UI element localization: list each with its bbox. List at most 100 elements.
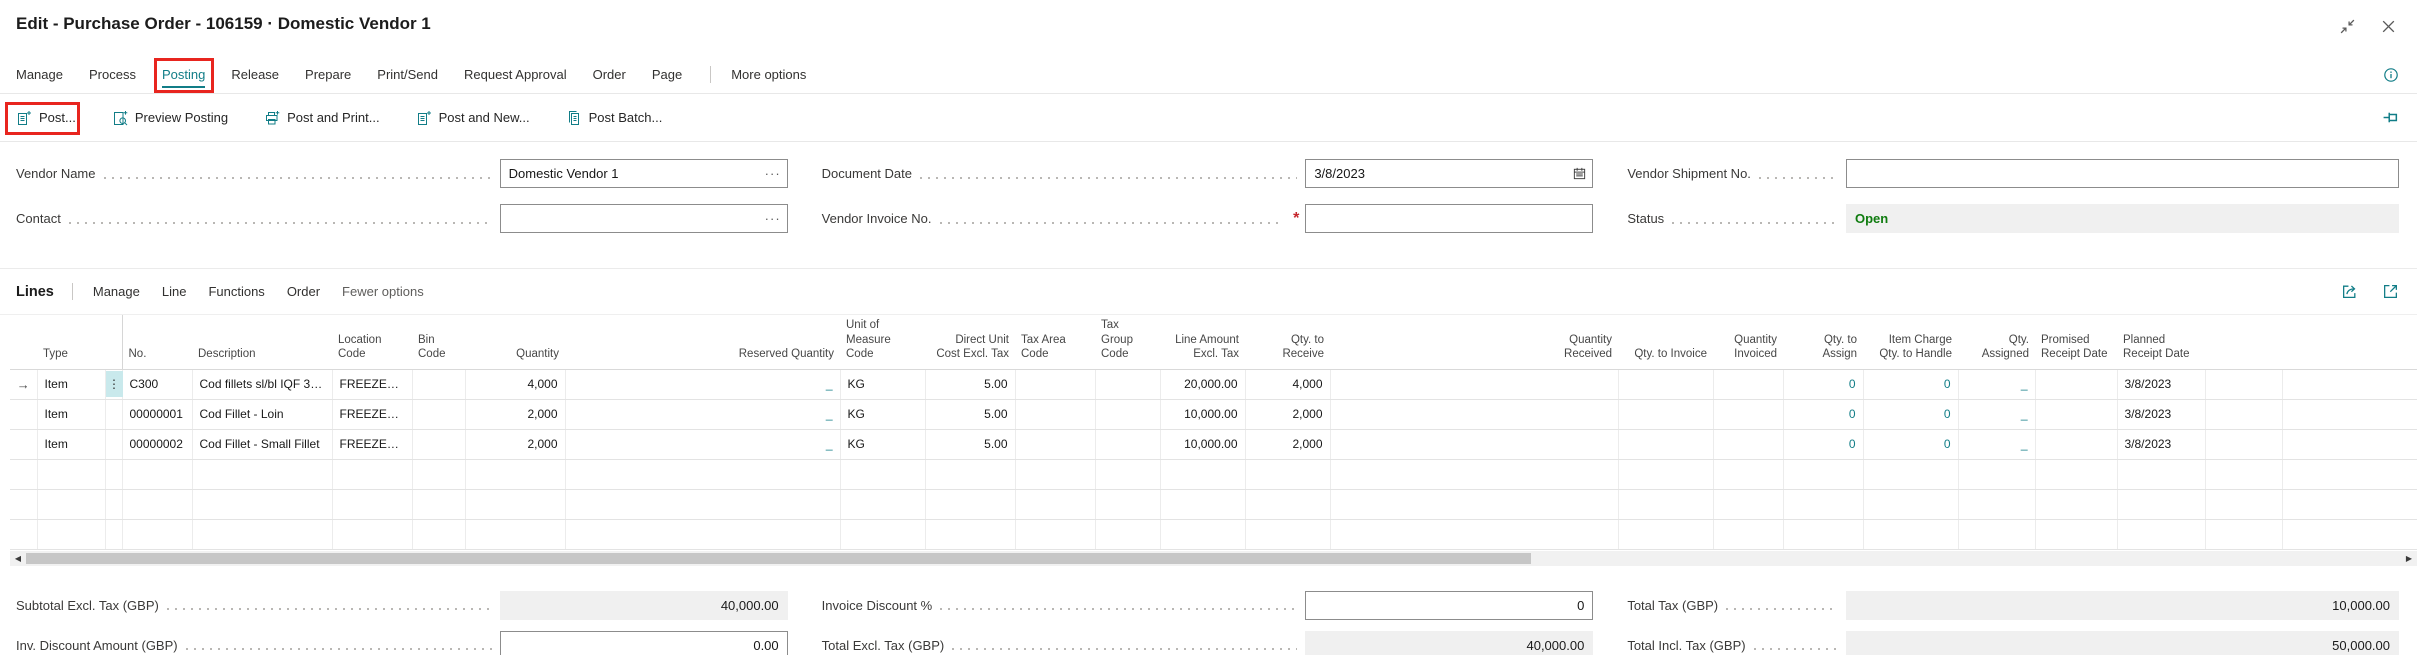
- document-date-input[interactable]: [1305, 159, 1593, 188]
- cell-tax-group-code[interactable]: [1095, 519, 1160, 549]
- empty-line-row[interactable]: [10, 519, 2417, 549]
- cell-quantity[interactable]: [465, 489, 565, 519]
- cell-tax-group-code[interactable]: [1095, 429, 1160, 459]
- cell-quantity-received[interactable]: [1330, 429, 1618, 459]
- cell-tax-group-code[interactable]: [1095, 459, 1160, 489]
- lines-menu-order[interactable]: Order: [287, 284, 320, 299]
- cell-direct-unit-cost[interactable]: 5.00: [925, 429, 1015, 459]
- col-header-description[interactable]: Description: [192, 315, 332, 369]
- cell-qty-to-receive[interactable]: [1245, 489, 1330, 519]
- cell-row-menu[interactable]: ⋮: [105, 369, 122, 399]
- post-and-new-button[interactable]: Post and New...: [416, 110, 530, 126]
- col-header-line-amount[interactable]: Line Amount Excl. Tax: [1160, 315, 1245, 369]
- menu-item-more-options[interactable]: More options: [731, 67, 806, 82]
- cell-quantity-invoiced[interactable]: [1713, 489, 1783, 519]
- cell-row-menu[interactable]: [105, 399, 122, 429]
- cell-row-marker[interactable]: [10, 519, 37, 549]
- collapse-arrows-icon[interactable]: [2339, 18, 2356, 35]
- close-icon[interactable]: [2380, 18, 2397, 35]
- cell-quantity-invoiced[interactable]: [1713, 459, 1783, 489]
- cell-planned-receipt-date[interactable]: 3/8/2023: [2117, 369, 2205, 399]
- col-header-unit-of-measure-code[interactable]: Unit of Measure Code: [840, 315, 925, 369]
- scrollbar-thumb[interactable]: [26, 553, 1531, 564]
- cell-line-amount[interactable]: 10,000.00: [1160, 429, 1245, 459]
- cell-quantity-received[interactable]: [1330, 399, 1618, 429]
- cell-qty-assigned[interactable]: _: [1958, 429, 2035, 459]
- cell-unit-of-measure-code[interactable]: [840, 489, 925, 519]
- scroll-right-icon[interactable]: ▶: [2401, 554, 2417, 563]
- col-header-qty-to-receive[interactable]: Qty. to Receive: [1245, 315, 1330, 369]
- cell-quantity-received[interactable]: [1330, 369, 1618, 399]
- cell-row-marker[interactable]: [10, 489, 37, 519]
- col-header-qty-assigned[interactable]: Qty. Assigned: [1958, 315, 2035, 369]
- cell-quantity[interactable]: [465, 459, 565, 489]
- cell-type[interactable]: [37, 489, 105, 519]
- cell-planned-receipt-date[interactable]: [2117, 519, 2205, 549]
- menu-item-manage[interactable]: Manage: [16, 67, 63, 82]
- cell-tax-area-code[interactable]: [1015, 369, 1095, 399]
- assist-edit-button[interactable]: ···: [765, 211, 781, 226]
- cell-line-amount[interactable]: 10,000.00: [1160, 399, 1245, 429]
- cell-qty-to-invoice[interactable]: [1618, 459, 1713, 489]
- col-header-quantity-received[interactable]: Quantity Received: [1330, 315, 1618, 369]
- cell-type[interactable]: [37, 519, 105, 549]
- cell-planned-receipt-date[interactable]: 3/8/2023: [2117, 399, 2205, 429]
- cell-qty-assigned[interactable]: _: [1958, 369, 2035, 399]
- line-row[interactable]: Item00000001Cod Fillet - LoinFREEZER_012…: [10, 399, 2417, 429]
- cell-tax-group-code[interactable]: [1095, 369, 1160, 399]
- cell-qty-to-receive[interactable]: 2,000: [1245, 399, 1330, 429]
- line-row[interactable]: Item00000002Cod Fillet - Small FilletFRE…: [10, 429, 2417, 459]
- cell-planned-receipt-date[interactable]: 3/8/2023: [2117, 429, 2205, 459]
- cell-quantity[interactable]: [465, 519, 565, 549]
- cell-qty-to-assign[interactable]: [1783, 519, 1863, 549]
- line-row[interactable]: →Item⋮C300Cod fillets sl/bl IQF 300-400 …: [10, 369, 2417, 399]
- cell-unit-of-measure-code[interactable]: KG: [840, 429, 925, 459]
- post-and-print-button[interactable]: Post and Print...: [264, 110, 380, 126]
- cell-line-amount[interactable]: [1160, 459, 1245, 489]
- cell-type[interactable]: Item: [37, 399, 105, 429]
- cell-type[interactable]: Item: [37, 369, 105, 399]
- cell-item-charge-qty-to-handle[interactable]: [1863, 519, 1958, 549]
- cell-no[interactable]: 00000002: [122, 429, 192, 459]
- cell-qty-to-receive[interactable]: 4,000: [1245, 369, 1330, 399]
- empty-line-row[interactable]: [10, 489, 2417, 519]
- cell-location-code[interactable]: [332, 459, 412, 489]
- cell-row-marker[interactable]: [10, 459, 37, 489]
- lines-menu-manage[interactable]: Manage: [93, 284, 140, 299]
- cell-description[interactable]: Cod fillets sl/bl IQF 300-400 1x1...: [192, 369, 332, 399]
- inv-discount-amount-input[interactable]: [500, 631, 788, 655]
- cell-qty-assigned[interactable]: [1958, 519, 2035, 549]
- cell-promised-receipt-date[interactable]: [2035, 429, 2117, 459]
- cell-quantity-invoiced[interactable]: [1713, 369, 1783, 399]
- cell-quantity[interactable]: 2,000: [465, 399, 565, 429]
- cell-qty-to-receive[interactable]: 2,000: [1245, 429, 1330, 459]
- cell-bin-code[interactable]: [412, 519, 465, 549]
- cell-item-charge-qty-to-handle[interactable]: 0: [1863, 399, 1958, 429]
- menu-item-process[interactable]: Process: [89, 67, 136, 82]
- cell-no[interactable]: 00000001: [122, 399, 192, 429]
- menu-item-order[interactable]: Order: [593, 67, 626, 82]
- menu-item-release[interactable]: Release: [231, 67, 279, 82]
- cell-reserved-quantity[interactable]: _: [565, 429, 840, 459]
- menu-item-page[interactable]: Page: [652, 67, 682, 82]
- cell-promised-receipt-date[interactable]: [2035, 519, 2117, 549]
- popout-icon[interactable]: [2382, 283, 2399, 300]
- cell-quantity-invoiced[interactable]: [1713, 399, 1783, 429]
- cell-direct-unit-cost[interactable]: [925, 519, 1015, 549]
- cell-tax-area-code[interactable]: [1015, 399, 1095, 429]
- cell-tax-group-code[interactable]: [1095, 489, 1160, 519]
- cell-promised-receipt-date[interactable]: [2035, 459, 2117, 489]
- cell-tax-group-code[interactable]: [1095, 399, 1160, 429]
- cell-bin-code[interactable]: [412, 459, 465, 489]
- cell-qty-to-assign[interactable]: [1783, 459, 1863, 489]
- cell-tax-area-code[interactable]: [1015, 459, 1095, 489]
- share-icon[interactable]: [2341, 283, 2358, 300]
- col-header-reserved-quantity[interactable]: Reserved Quantity: [565, 315, 840, 369]
- col-header-promised-receipt-date[interactable]: Promised Receipt Date: [2035, 315, 2117, 369]
- cell-quantity-invoiced[interactable]: [1713, 429, 1783, 459]
- col-header-direct-unit-cost[interactable]: Direct Unit Cost Excl. Tax: [925, 315, 1015, 369]
- cell-direct-unit-cost[interactable]: [925, 489, 1015, 519]
- col-header-quantity[interactable]: Quantity: [465, 315, 565, 369]
- cell-location-code[interactable]: [332, 489, 412, 519]
- cell-quantity[interactable]: 2,000: [465, 429, 565, 459]
